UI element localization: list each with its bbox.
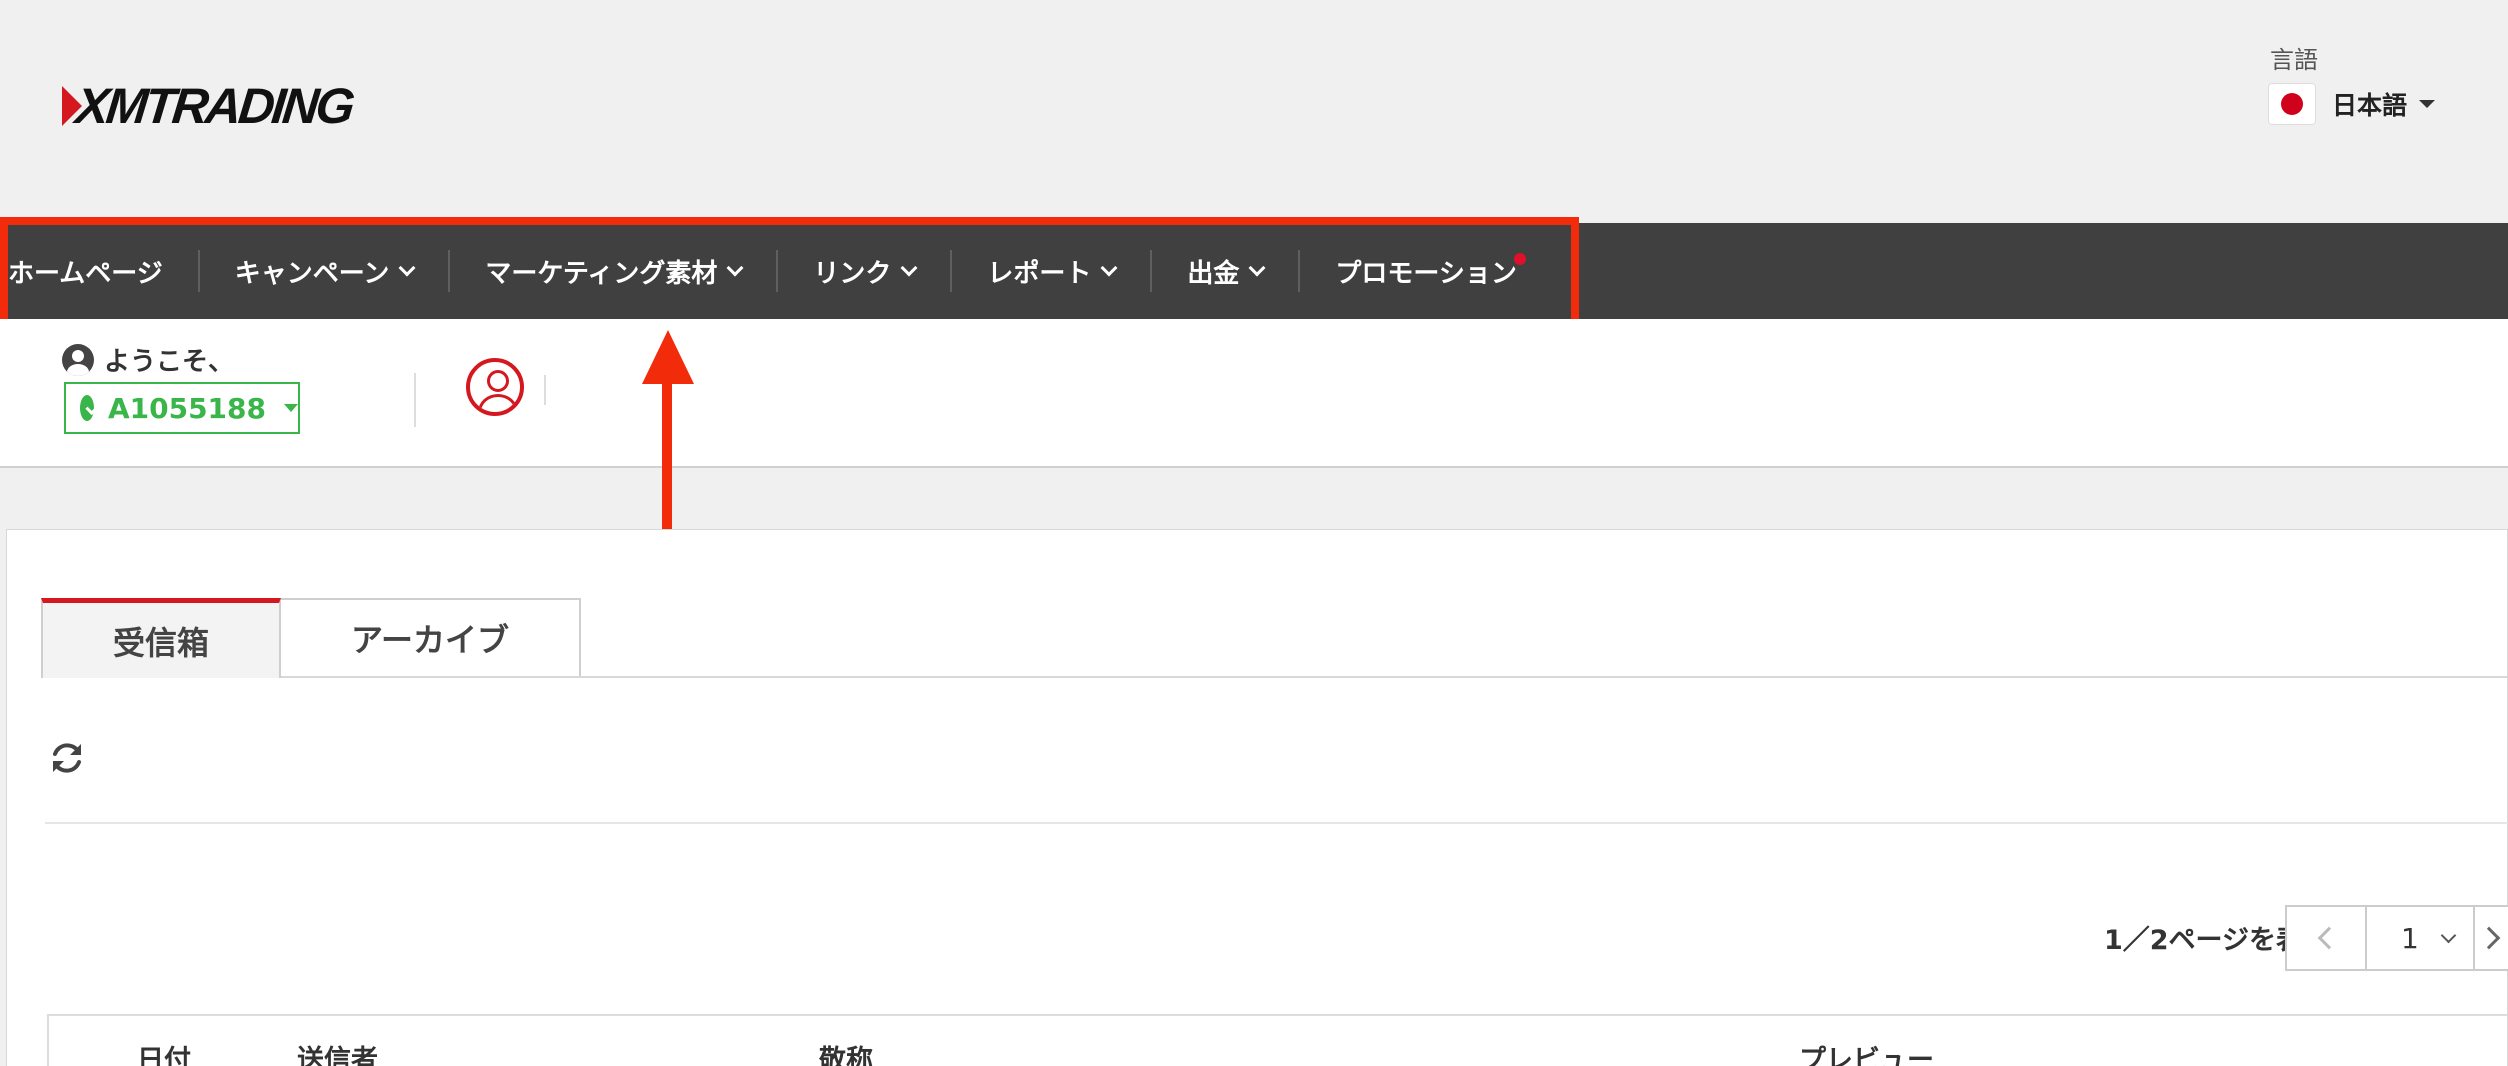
column-header-date[interactable]: 日付 — [137, 1038, 191, 1066]
nav-item-home[interactable]: ホームページ — [0, 223, 198, 319]
nav-label: キャンペーン — [234, 258, 390, 289]
chevron-down-icon — [1100, 259, 1118, 277]
nav-item-reports[interactable]: レポート — [952, 223, 1150, 319]
welcome-text: ようこそ、 — [62, 341, 234, 378]
nav-label: プロモーション — [1335, 258, 1517, 289]
prev-page-button[interactable] — [2287, 907, 2367, 969]
language-selector[interactable]: 言語 日本語 — [2268, 40, 2448, 125]
nav-item-marketing-materials[interactable]: マーケティング素材 — [450, 223, 776, 319]
account-strip: ようこそ、 A1055188 — [0, 319, 2508, 468]
column-header-title[interactable]: 敬称 — [819, 1038, 873, 1066]
tab-inbox[interactable]: 受信箱 — [41, 598, 281, 678]
chevron-down-icon — [900, 259, 918, 277]
language-label: 言語 — [2270, 46, 2318, 74]
nav-label: 出金 — [1187, 258, 1240, 289]
nav-label: ホームページ — [8, 258, 163, 289]
account-id: A1055188 — [107, 391, 266, 425]
nav-label: レポート — [987, 258, 1092, 289]
table-header: 日付 送信者 敬称 プレビュー — [47, 1014, 2508, 1066]
nav-item-campaign[interactable]: キャンペーン — [200, 223, 449, 319]
welcome-label: ようこそ、 — [104, 347, 235, 377]
language-dropdown[interactable]: 日本語 — [2268, 83, 2448, 125]
logo-text: XMTRADING — [73, 78, 355, 134]
nav-label: リンク — [813, 258, 892, 289]
language-value: 日本語 — [2332, 91, 2408, 120]
column-header-sender[interactable]: 送信者 — [297, 1038, 378, 1066]
japan-flag-icon — [2268, 83, 2316, 125]
vertical-divider — [544, 375, 546, 405]
next-page-button[interactable] — [2475, 907, 2508, 969]
caret-down-icon — [2419, 100, 2436, 108]
main-nav: ホームページ キャンペーン マーケティング素材 リンク レポート 出金 プロモー… — [0, 223, 2508, 319]
chevron-down-icon — [398, 259, 416, 277]
chevron-right-icon — [2477, 926, 2501, 950]
chevron-down-icon — [1248, 259, 1266, 277]
chevron-left-icon — [2317, 926, 2341, 950]
account-selector[interactable]: A1055188 — [64, 382, 300, 434]
messages-panel: 受信箱 アーカイブ 1／2ページを表示中 1 日付 送信者 敬称 プレビュー — [6, 529, 2508, 1066]
nav-item-withdrawal[interactable]: 出金 — [1152, 223, 1298, 319]
message-tabs: 受信箱 アーカイブ — [41, 598, 581, 678]
pagination-control: 1 — [2285, 905, 2508, 971]
page-select[interactable]: 1 — [2367, 907, 2475, 969]
tab-archive[interactable]: アーカイブ — [281, 598, 581, 678]
nav-label: マーケティング素材 — [485, 258, 718, 289]
nav-item-links[interactable]: リンク — [778, 223, 950, 319]
check-circle-icon — [80, 395, 94, 421]
toolbar-divider — [45, 822, 2508, 824]
annotation-arrow-head — [642, 330, 694, 384]
vertical-divider — [414, 373, 416, 427]
caret-down-icon — [284, 404, 298, 412]
nav-item-promotions[interactable]: プロモーション — [1300, 223, 1551, 319]
xmtrading-logo[interactable]: XMTRADING — [62, 78, 355, 134]
column-header-preview[interactable]: プレビュー — [1799, 1038, 1934, 1066]
chevron-down-icon — [2440, 927, 2457, 943]
notification-dot — [1513, 253, 1526, 265]
chevron-down-icon — [726, 259, 744, 277]
tabs-baseline — [281, 676, 2508, 678]
current-page: 1 — [2401, 921, 2419, 955]
user-circle-icon — [62, 343, 94, 376]
refresh-icon[interactable] — [47, 738, 87, 778]
profile-icon[interactable] — [466, 358, 524, 416]
